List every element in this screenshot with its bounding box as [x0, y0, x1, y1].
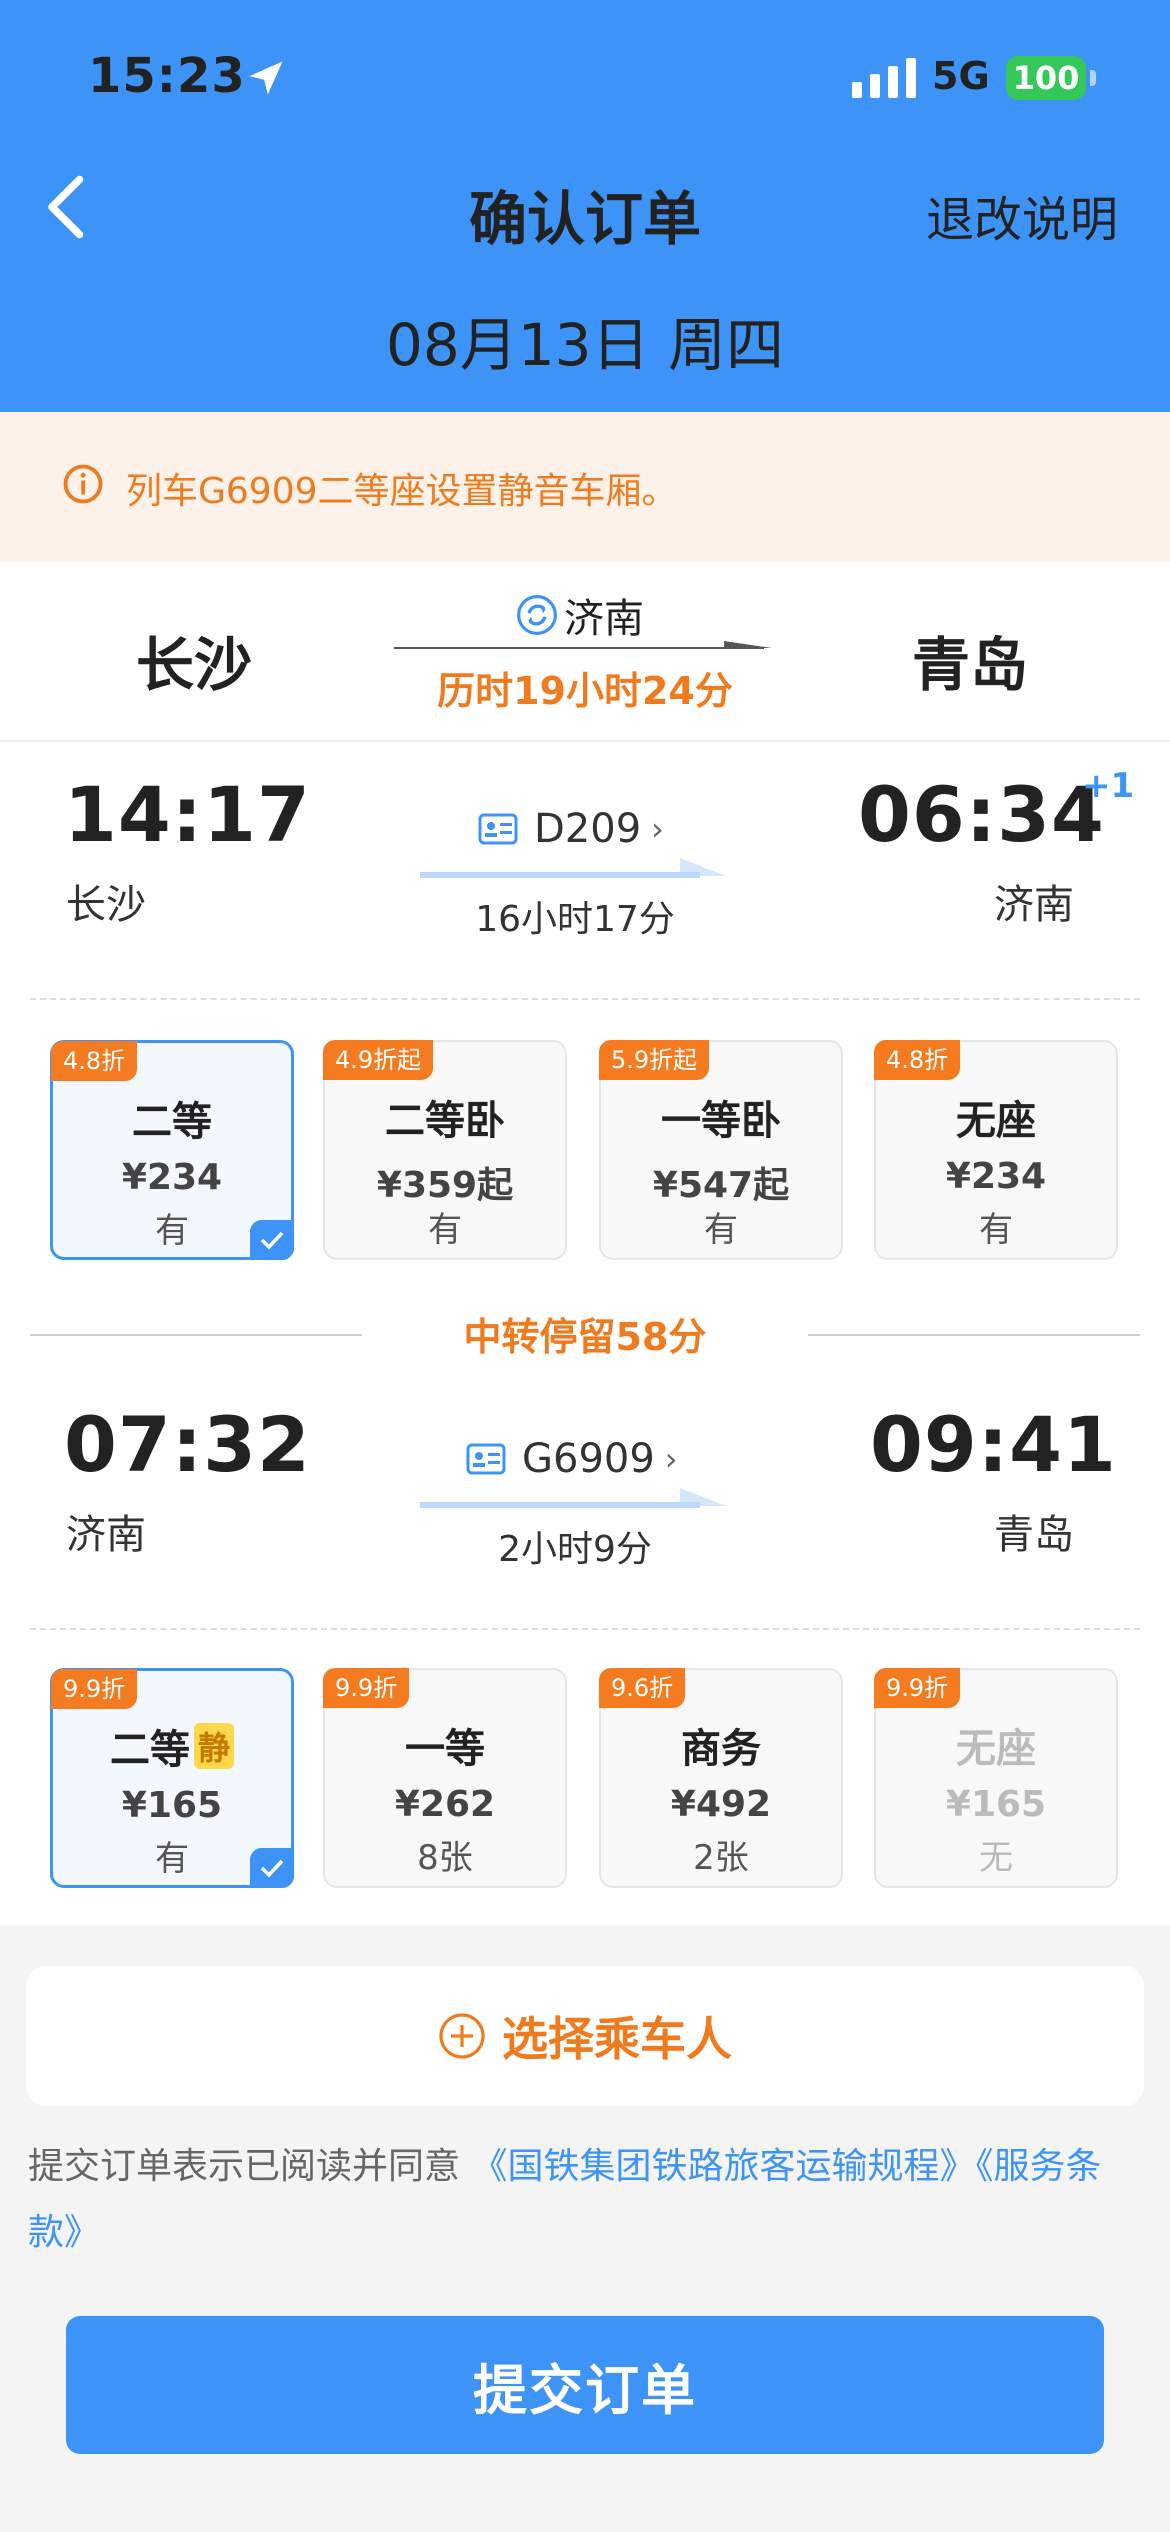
agreement-prefix: 提交订单表示已阅读并同意	[28, 2146, 461, 2187]
seat-price: ¥262	[394, 1784, 496, 1825]
train-number-text: G6909	[522, 1436, 655, 1482]
info-icon	[63, 464, 103, 504]
discount-badge: 4.8折	[874, 1040, 961, 1080]
total-duration: 历时19小时24分	[437, 669, 733, 713]
seat-availability: 有	[428, 1210, 462, 1250]
discount-badge: 9.9折	[323, 1668, 410, 1708]
segment1-arrow	[420, 858, 726, 878]
route-via: 济南	[516, 586, 644, 644]
ticket-icon	[466, 1443, 506, 1475]
select-passenger-button[interactable]: 选择乘车人	[26, 1966, 1144, 2106]
check-icon	[250, 1848, 294, 1888]
seat-option-second-sleeper[interactable]: 4.9折起 二等卧 ¥359起 有	[323, 1040, 567, 1260]
seat-name: 商务	[681, 1726, 761, 1772]
status-time: 15:23	[88, 48, 246, 104]
seat-name: 二等卧	[385, 1098, 505, 1144]
seat-availability: 无	[979, 1838, 1013, 1878]
segment1-arrive-time: 06:34	[858, 770, 1105, 859]
segment2-arrive-time: 09:41	[870, 1400, 1117, 1489]
seat-name-text: 二等	[109, 1727, 190, 1773]
seat-option-business[interactable]: 9.6折 商务 ¥492 2张	[599, 1668, 843, 1888]
segment2-depart-time: 07:32	[64, 1400, 311, 1489]
discount-badge: 9.9折	[874, 1668, 961, 1708]
seat-price: ¥165	[121, 1785, 223, 1826]
ticket-icon	[478, 813, 518, 845]
seat-name: 二等	[132, 1099, 212, 1145]
seat-name: 无座	[956, 1098, 1036, 1144]
network-type: 5G	[932, 54, 990, 98]
quiet-carriage-tag: 静	[193, 1723, 234, 1769]
notice-text: 列车G6909二等座设置静音车厢。	[126, 471, 678, 512]
segment1-duration: 16小时17分	[475, 899, 675, 940]
seat-price: ¥359起	[376, 1165, 514, 1206]
via-station: 济南	[564, 596, 644, 642]
battery-tip	[1090, 70, 1096, 86]
discount-badge: 5.9折起	[599, 1040, 710, 1080]
battery-indicator: 100	[1006, 56, 1086, 100]
segment1-train-number[interactable]: D209 ›	[478, 806, 664, 852]
check-icon	[250, 1220, 294, 1260]
segment2-train-number[interactable]: G6909 ›	[466, 1436, 678, 1482]
segment2-arrow	[420, 1488, 726, 1508]
seat-name: 一等卧	[661, 1098, 781, 1144]
seat-availability: 8张	[417, 1838, 473, 1878]
seat-price: ¥547起	[652, 1165, 790, 1206]
segment2-duration: 2小时9分	[498, 1529, 652, 1570]
chevron-right-icon: ›	[651, 810, 664, 848]
railway-rules-link[interactable]: 《国铁集团铁路旅客运输规程》	[471, 2146, 975, 2187]
seat-availability: 有	[704, 1210, 738, 1250]
divider	[0, 740, 1170, 742]
seat-option-first-class[interactable]: 9.9折 一等 ¥262 8张	[323, 1668, 567, 1888]
seat-option-second-class[interactable]: 9.9折 二等静 ¥165 有	[50, 1668, 294, 1888]
seat-name: 无座	[956, 1726, 1036, 1772]
discount-badge: 9.6折	[599, 1668, 686, 1708]
train-number-text: D209	[534, 806, 642, 852]
select-passenger-label: 选择乘车人	[502, 2012, 732, 2066]
dashed-divider	[30, 1628, 1140, 1630]
seat-option-first-sleeper[interactable]: 5.9折起 一等卧 ¥547起 有	[599, 1040, 843, 1260]
chevron-right-icon: ›	[664, 1440, 678, 1478]
seat-name: 二等静	[53, 1717, 291, 1775]
seat-option-no-seat: 9.9折 无座 ¥165 无	[874, 1668, 1118, 1888]
seat-name: 一等	[405, 1726, 485, 1772]
dashed-divider	[30, 998, 1140, 1000]
next-day-badge: +1	[1082, 766, 1135, 806]
seat-option-no-seat[interactable]: 4.8折 无座 ¥234 有	[874, 1040, 1118, 1260]
submit-order-button[interactable]: 提交订单	[66, 2316, 1104, 2454]
segment1-depart-time: 14:17	[64, 770, 311, 859]
transfer-stop-time: 中转停留58分	[463, 1315, 707, 1359]
seat-price: ¥492	[670, 1784, 772, 1825]
location-arrow-icon	[249, 61, 283, 95]
seat-option-second-class[interactable]: 4.8折 二等 ¥234 有	[50, 1040, 294, 1260]
seat-availability: 2张	[693, 1838, 749, 1878]
seat-price: ¥165	[945, 1784, 1047, 1825]
transfer-icon	[517, 595, 557, 635]
discount-badge: 9.9折	[51, 1669, 138, 1709]
seat-availability: 有	[979, 1210, 1013, 1250]
plus-circle-icon	[439, 2013, 485, 2059]
travel-date: 08月13日 周四	[385, 311, 785, 379]
refund-rules-link[interactable]: 退改说明	[926, 180, 1118, 250]
discount-badge: 4.8折	[51, 1041, 138, 1081]
seat-price: ¥234	[121, 1157, 223, 1198]
agreement-text: 提交订单表示已阅读并同意 《国铁集团铁路旅客运输规程》《服务条款》	[28, 2134, 1148, 2266]
signal-icon	[852, 58, 916, 98]
seat-price: ¥234	[945, 1156, 1047, 1197]
discount-badge: 4.9折起	[323, 1040, 434, 1080]
